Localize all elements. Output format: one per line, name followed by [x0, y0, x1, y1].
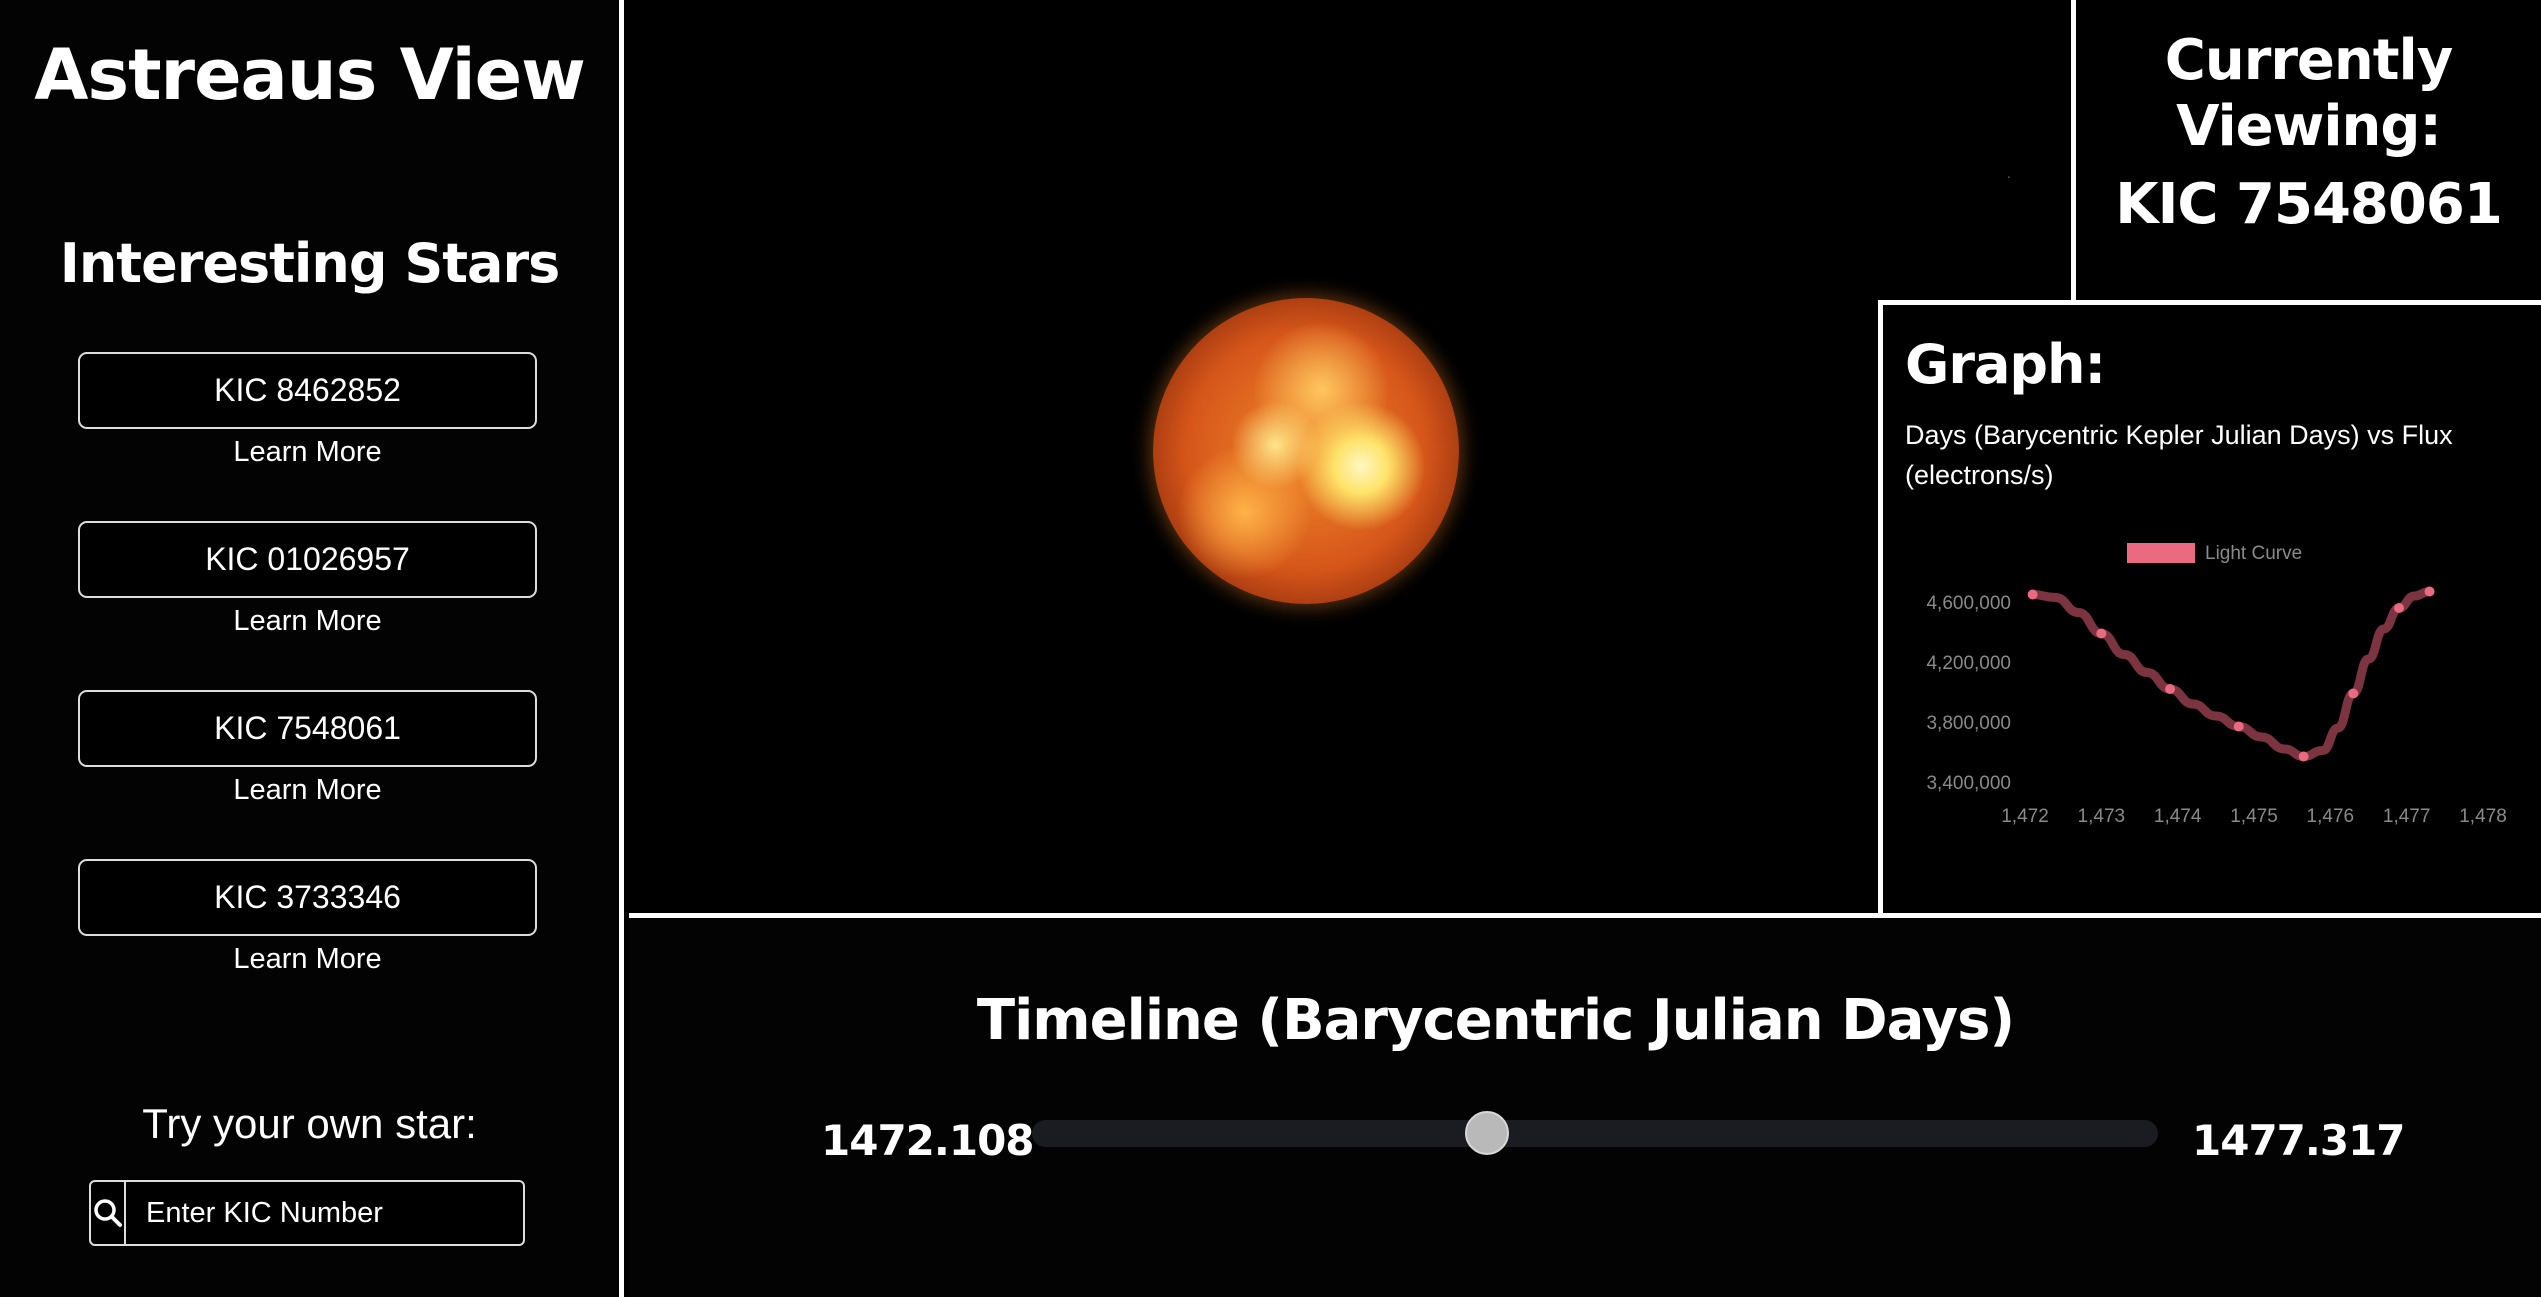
timeline-panel: Timeline (Barycentric Julian Days) 1472.… — [629, 913, 2541, 1297]
timeline-slider-track[interactable] — [1032, 1111, 2158, 1155]
timeline-min-value: 1472.108 — [821, 1116, 1035, 1165]
interesting-stars-heading: Interesting Stars — [59, 232, 561, 295]
learn-more-link[interactable]: Learn More — [78, 940, 537, 978]
graph-subtitle: Days (Barycentric Kepler Julian Days) vs… — [1905, 420, 2453, 490]
learn-more-link[interactable]: Learn More — [78, 602, 537, 640]
star-entry: KIC 01026957 Learn More — [78, 521, 537, 640]
y-tick-label: 3,800,000 — [1926, 713, 2011, 734]
light-curve-chart[interactable]: Light Curve 4,600,000 4,200,000 3,800,000 3,… — [1883, 520, 2541, 850]
x-tick-label: 1,477 — [2383, 806, 2431, 827]
data-point — [2348, 688, 2359, 699]
star-entry: KIC 7548061 Learn More — [78, 690, 537, 809]
x-tick-label: 1,475 — [2230, 806, 2278, 827]
graph-panel: Graph: Days (Barycentric Kepler Julian D… — [1878, 300, 2541, 918]
timeline-title: Timeline (Barycentric Julian Days) — [976, 988, 2015, 1053]
x-tick-label: 1,473 — [2078, 806, 2126, 827]
try-your-own-star-label: Try your own star: — [142, 1100, 477, 1147]
search-icon — [93, 1199, 122, 1227]
y-tick-label: 4,200,000 — [1926, 653, 2011, 674]
app-title: Astreaus View — [34, 34, 586, 116]
star-button-kic-01026957[interactable]: KIC 01026957 — [78, 521, 537, 598]
x-tick-label: 1,472 — [2001, 806, 2049, 827]
star-button-kic-3733346[interactable]: KIC 3733346 — [78, 859, 537, 936]
currently-viewing-panel: Currently Viewing: KIC 7548061 — [2071, 0, 2541, 305]
y-tick-label: 3,400,000 — [1926, 773, 2011, 794]
timeline-max-value: 1477.317 — [2192, 1116, 2406, 1165]
star-entry: KIC 8462852 Learn More — [78, 352, 537, 471]
data-point — [2298, 751, 2309, 762]
star-entry: KIC 3733346 Learn More — [78, 859, 537, 978]
x-tick-label: 1,474 — [2154, 806, 2202, 827]
star-button-kic-8462852[interactable]: KIC 8462852 — [78, 352, 537, 429]
data-point — [2027, 589, 2038, 600]
app-root: Astreaus View Interesting Stars KIC 8462… — [0, 0, 2541, 1297]
timeline-slider-thumb[interactable] — [1464, 1111, 1509, 1155]
y-tick-label: 4,600,000 — [1926, 593, 2011, 614]
kic-search-box — [89, 1180, 525, 1246]
data-point — [2096, 628, 2107, 639]
sidebar: Astreaus View Interesting Stars KIC 8462… — [0, 0, 624, 1297]
data-point — [2424, 586, 2435, 597]
kic-number-input[interactable] — [126, 1182, 523, 1244]
data-point — [2165, 684, 2176, 694]
data-point — [2233, 721, 2244, 732]
x-tick-label: 1,478 — [2459, 806, 2507, 827]
currently-viewing-value: KIC 7548061 — [2115, 172, 2503, 237]
data-point — [2394, 603, 2405, 613]
currently-viewing-label: Currently Viewing: — [2164, 28, 2454, 159]
star-button-kic-7548061[interactable]: KIC 7548061 — [78, 690, 537, 767]
learn-more-link[interactable]: Learn More — [78, 433, 537, 471]
x-tick-label: 1,476 — [2307, 806, 2355, 827]
star-render — [1153, 298, 1459, 604]
search-button[interactable] — [91, 1182, 126, 1244]
legend-label: Light Curve — [2205, 543, 2302, 564]
background-star — [2007, 176, 2010, 179]
graph-title: Graph: — [1905, 333, 2106, 396]
learn-more-link[interactable]: Learn More — [78, 771, 537, 809]
legend-swatch — [2127, 543, 2195, 563]
light-curve-line — [2028, 587, 2435, 762]
